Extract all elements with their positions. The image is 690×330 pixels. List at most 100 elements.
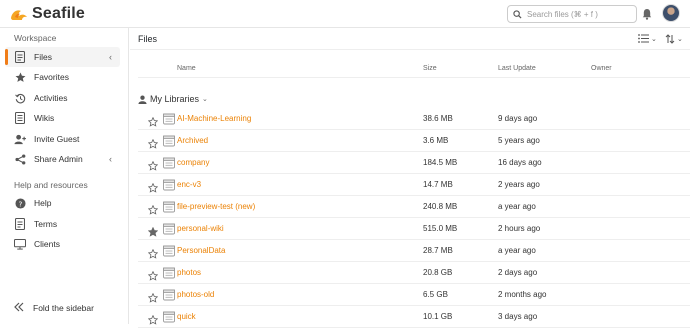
sidebar-item-favorites[interactable]: Favorites — [5, 67, 120, 87]
library-icon — [163, 156, 175, 174]
notification-bell-icon[interactable] — [642, 7, 652, 25]
table-row[interactable]: PersonalData 28.7 MB a year ago — [138, 240, 690, 262]
sidebar-item-share-admin[interactable]: Share Admin ‹ — [5, 149, 120, 169]
help-icon: ? — [14, 197, 26, 209]
library-size: 240.8 MB — [423, 202, 458, 211]
history-icon — [14, 92, 26, 104]
library-size: 28.7 MB — [423, 246, 453, 255]
app-name: Seafile — [32, 5, 85, 22]
column-header-last-update[interactable]: Last Update — [498, 65, 536, 72]
fold-sidebar-button[interactable]: Fold the sidebar — [14, 302, 94, 314]
table-row[interactable]: company 184.5 MB 16 days ago — [138, 152, 690, 174]
library-last-update: 2 years ago — [498, 180, 540, 189]
fold-sidebar-label: Fold the sidebar — [33, 303, 94, 313]
library-size: 184.5 MB — [423, 158, 458, 167]
library-icon — [163, 200, 175, 218]
page-title: Files — [138, 34, 158, 44]
share-admin-icon — [14, 153, 26, 165]
library-size: 14.7 MB — [423, 180, 453, 189]
table-row[interactable]: Archived 3.6 MB 5 years ago — [138, 130, 690, 152]
help-section-title: Help and resources — [14, 180, 88, 190]
library-last-update: 9 days ago — [498, 114, 538, 123]
my-libraries-label: My Libraries — [150, 94, 200, 104]
sidebar-item-label: Files — [34, 52, 52, 62]
sidebar-item-label: Wikis — [34, 113, 55, 123]
search-input[interactable]: Search files (⌘ + f ) — [507, 5, 637, 23]
table-row[interactable]: photos-old 6.5 GB 2 months ago — [138, 284, 690, 306]
library-name-link[interactable]: enc-v3 — [177, 180, 201, 189]
library-name-link[interactable]: Archived — [177, 136, 208, 145]
library-last-update: 5 years ago — [498, 136, 540, 145]
table-row[interactable]: AI-Machine-Learning 38.6 MB 9 days ago — [138, 108, 690, 130]
view-mode-button[interactable]: ⌄ — [638, 34, 657, 43]
sidebar-item-clients[interactable]: Clients — [5, 234, 120, 254]
my-libraries-toggle[interactable]: My Libraries ⌄ — [138, 94, 208, 104]
library-name-link[interactable]: photos — [177, 268, 201, 277]
search-placeholder: Search files (⌘ + f ) — [527, 9, 598, 19]
sidebar: Workspace Files ‹ Favorites Activities W… — [0, 28, 129, 324]
library-name-link[interactable]: file-preview-test (new) — [177, 202, 255, 211]
library-last-update: 2 hours ago — [498, 224, 541, 233]
workspace-section-title: Workspace — [14, 33, 57, 43]
clients-icon — [14, 238, 26, 250]
sort-button[interactable]: ⌄ — [665, 34, 683, 44]
main-content: Files ⌄ ⌄ Name Size Last Update Owner My… — [130, 28, 690, 328]
seafile-logo-icon — [11, 10, 27, 20]
library-size: 3.6 MB — [423, 136, 449, 145]
library-icon — [163, 244, 175, 262]
table-row[interactable]: quick 10.1 GB 3 days ago — [138, 306, 690, 328]
table-row[interactable]: personal-wiki 515.0 MB 2 hours ago — [138, 218, 690, 240]
header-divider — [138, 77, 690, 78]
sort-icon — [665, 34, 675, 44]
top-bar: Seafile Search files (⌘ + f ) — [0, 0, 690, 28]
files-icon — [14, 51, 26, 63]
user-avatar[interactable] — [662, 4, 680, 22]
library-size: 10.1 GB — [423, 312, 453, 321]
table-row[interactable]: photos 20.8 GB 2 days ago — [138, 262, 690, 284]
chevron-left-icon[interactable]: ‹ — [109, 52, 112, 62]
sidebar-item-help[interactable]: ? Help — [5, 193, 120, 213]
column-header-name[interactable]: Name — [177, 65, 196, 72]
sidebar-item-label: Favorites — [34, 72, 69, 82]
library-size: 20.8 GB — [423, 268, 453, 277]
wiki-icon — [14, 112, 26, 124]
sidebar-item-files[interactable]: Files ‹ — [5, 47, 120, 67]
library-icon — [163, 112, 175, 130]
chevron-left-icon[interactable]: ‹ — [109, 154, 112, 164]
library-icon — [163, 178, 175, 196]
double-chevron-left-icon — [14, 302, 24, 314]
library-icon — [163, 288, 175, 306]
library-name-link[interactable]: photos-old — [177, 290, 214, 299]
sidebar-item-invite-guest[interactable]: Invite Guest — [5, 129, 120, 149]
sidebar-item-wikis[interactable]: Wikis — [5, 108, 120, 128]
library-name-link[interactable]: quick — [177, 312, 196, 321]
library-last-update: a year ago — [498, 202, 536, 211]
library-name-link[interactable]: PersonalData — [177, 246, 225, 255]
sidebar-item-terms[interactable]: Terms — [5, 214, 120, 234]
chevron-down-icon: ⌄ — [202, 96, 208, 103]
star-icon[interactable] — [147, 312, 159, 330]
table-row[interactable]: file-preview-test (new) 240.8 MB a year ag… — [138, 196, 690, 218]
library-icon — [163, 222, 175, 240]
user-icon — [138, 95, 147, 104]
library-last-update: 16 days ago — [498, 158, 542, 167]
library-name-link[interactable]: AI-Machine-Learning — [177, 114, 251, 123]
column-header-owner: Owner — [591, 65, 612, 72]
search-icon — [513, 9, 522, 19]
sidebar-item-activities[interactable]: Activities — [5, 88, 120, 108]
svg-text:?: ? — [18, 199, 22, 208]
library-icon — [163, 134, 175, 152]
sidebar-item-label: Activities — [34, 93, 68, 103]
terms-icon — [14, 218, 26, 230]
library-name-link[interactable]: personal-wiki — [177, 224, 224, 233]
column-header-size[interactable]: Size — [423, 65, 437, 72]
main-header: Files ⌄ ⌄ — [130, 28, 690, 50]
seafile-logo[interactable]: Seafile — [9, 5, 85, 23]
list-view-icon — [638, 34, 649, 43]
library-last-update: 3 days ago — [498, 312, 538, 321]
library-last-update: 2 months ago — [498, 290, 547, 299]
chevron-down-icon: ⌄ — [651, 35, 657, 43]
library-name-link[interactable]: company — [177, 158, 209, 167]
sidebar-item-label: Share Admin — [34, 154, 83, 164]
table-row[interactable]: enc-v3 14.7 MB 2 years ago — [138, 174, 690, 196]
